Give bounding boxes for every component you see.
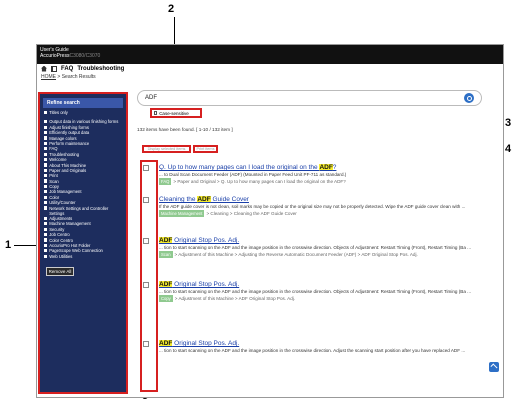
result-title-link[interactable]: ADF Original Stop Pos. Adj. [159,281,493,289]
checkbox[interactable] [44,120,48,124]
checkbox[interactable] [44,254,48,258]
sidebar-item[interactable]: Color [40,195,126,200]
callout-1: 1 [5,239,12,251]
checkbox[interactable] [44,243,48,247]
sidebar-item[interactable]: Output data in various finishing forms [40,119,126,124]
sidebar-item[interactable]: Job Centro [40,232,126,237]
checkbox[interactable] [44,152,48,156]
display-selected-button[interactable]: Display selected items [142,145,191,153]
checkbox[interactable] [44,130,48,135]
breadcrumb-current: Search Results [61,74,96,80]
sidebar-item[interactable]: Scan [40,179,126,184]
checkbox[interactable] [44,157,48,162]
result-path: Scan > Adjustment of this Machine > Adjus… [159,251,418,258]
result-path: Copy > Adjustment of this Machine > ADF O… [159,295,296,302]
checkbox[interactable] [44,136,48,140]
sidebar-item[interactable]: Perform maintenance [40,141,126,146]
checkbox[interactable] [44,233,48,237]
callout-1-line [14,245,38,246]
sidebar-item[interactable]: Machine Management [40,221,126,226]
sidebar-item[interactable]: Web Utilities [40,254,126,259]
checkbox[interactable] [44,125,48,129]
checkbox[interactable] [44,206,48,210]
sidebar-item[interactable]: Paper and Originals [40,168,126,173]
sidebar-item[interactable]: Manage colors [40,136,126,141]
result-title-link[interactable]: Cleaning the ADF Guide Cover [159,196,493,204]
result-snippet: ... tion to start scanning on the ADF an… [159,348,466,353]
result-title-link[interactable]: ADF Original Stop Pos. Adj. [159,340,493,348]
sidebar-item[interactable]: Network Settings and Controller Settings [40,206,126,216]
remove-all-button[interactable]: Remove All [46,266,74,276]
home-icon[interactable] [41,65,47,72]
search-input[interactable]: ADF [137,90,482,106]
sidebar-item[interactable]: AccurioPro Hot Folder [40,243,126,248]
checkbox[interactable] [44,249,48,253]
checkbox[interactable] [44,238,48,242]
checkbox[interactable] [44,227,48,231]
checkbox[interactable] [44,174,48,178]
brand-logo: AccurioPressC3080/C3070 [40,53,101,59]
scroll-top-icon[interactable] [489,362,499,372]
result-title-link[interactable]: Q. Up to how many pages can I load the o… [159,164,493,172]
category-tag[interactable]: Scan [159,251,173,258]
nav-faq[interactable]: FAQ [61,66,73,72]
checkbox[interactable] [44,110,48,114]
callout-4: 4 [505,143,512,155]
nav-bar: FAQ Troubleshooting [37,64,503,73]
callout-3: 3 [505,117,512,129]
result-title-link[interactable]: ADF Original Stop Pos. Adj. [159,237,493,245]
category-tag[interactable]: Machine Management [159,210,205,217]
result-item: ADF Original Stop Pos. Adj.... tion to s… [143,237,493,258]
case-sensitive-checkbox[interactable]: Case-sensitive [150,108,202,118]
checkbox[interactable] [44,201,48,205]
result-checkbox-column [140,160,158,392]
result-item: ADF Original Stop Pos. Adj.... tion to s… [143,281,493,302]
results-count: 132 items have been found. [ 1-10 / 132 … [137,127,233,132]
checkbox[interactable] [44,184,48,189]
filter-titles-only[interactable]: Titles only [40,110,126,115]
category-tag[interactable]: FAQ [159,178,172,185]
checkbox[interactable] [44,190,48,194]
checkbox[interactable] [44,163,48,167]
breadcrumb-home[interactable]: HOME [41,74,56,80]
sidebar-item[interactable]: Print [40,173,126,178]
sidebar-item[interactable]: FAQ [40,146,126,151]
sidebar-item[interactable]: Troubleshooting [40,152,126,157]
checkbox[interactable] [44,168,48,172]
category-list: Output data in various finishing forms Ad… [40,119,126,259]
callout-2: 2 [168,3,175,15]
app-window: User's Guide AccurioPressC3080/C3070 FAQ… [36,44,504,398]
sidebar-item[interactable]: Adjustments [40,216,126,221]
checkbox[interactable] [44,141,48,145]
print-button[interactable]: Print items [193,145,218,153]
checkbox[interactable] [44,222,48,226]
header-bar: User's Guide AccurioPressC3080/C3070 [37,45,503,64]
sidebar-item[interactable]: Efficiently output data [40,130,126,135]
sidebar-item[interactable]: PageScope Web Connection [40,248,126,253]
checkbox[interactable] [44,147,48,151]
sidebar-item[interactable]: Copy [40,184,126,189]
sidebar-item[interactable]: Security [40,227,126,232]
sidebar-item[interactable]: Welcome [40,157,126,162]
search-icon[interactable] [464,93,474,103]
result-item: Cleaning the ADF Guide Cover If the ADF g… [143,196,493,217]
sidebar-item[interactable]: Adjust finishing forms [40,125,126,130]
checkbox[interactable] [44,216,48,221]
result-path: Machine Management > Cleaning > Cleaning … [159,210,297,217]
result-item: Q. Up to how many pages can I load the o… [143,164,493,185]
checkbox[interactable] [44,195,48,199]
category-tag[interactable]: Copy [159,295,173,302]
sidebar-item[interactable]: Utility/Counter [40,200,126,205]
nav-troubleshooting[interactable]: Troubleshooting [77,66,124,72]
sidebar-item[interactable]: About This Machine [40,163,126,168]
book-icon[interactable] [51,65,57,72]
result-item: ADF Original Stop Pos. Adj.... tion to s… [143,340,493,354]
breadcrumb: HOME > Search Results [41,74,96,80]
sidebar-item[interactable]: Color Centro [40,238,126,243]
checkbox[interactable] [44,179,48,183]
refine-search-sidebar: Refine search Titles only Output data in… [38,92,128,394]
result-path: FAQ > Paper and Original > Q. Up to how m… [159,178,346,185]
sidebar-item[interactable]: Job Management [40,189,126,194]
sidebar-title: Refine search [43,98,123,108]
